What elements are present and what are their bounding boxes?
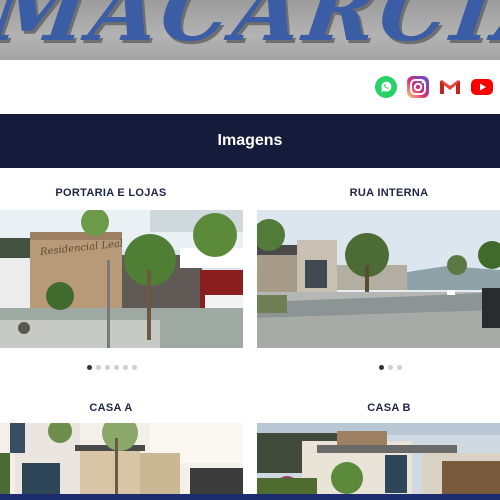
carousel-dot[interactable] (123, 365, 128, 370)
page-bottom-bar (0, 494, 500, 500)
section-header: Imagens (0, 114, 500, 168)
carousel-dots-rua[interactable] (379, 365, 402, 370)
gallery-title-casa-b: CASA B (367, 402, 411, 414)
gallery-title-casa-a: CASA A (89, 402, 133, 414)
carousel-dot[interactable] (132, 365, 137, 370)
instagram-icon[interactable] (406, 75, 430, 99)
carousel-dots-portaria[interactable] (87, 365, 137, 370)
youtube-icon[interactable] (470, 75, 494, 99)
social-links (374, 75, 494, 99)
carousel-dot[interactable] (96, 365, 101, 370)
hero-banner: MACARCIA (0, 0, 500, 60)
gallery-title-portaria: PORTARIA E LOJAS (55, 187, 167, 199)
brand-logo: MACARCIA (0, 0, 500, 60)
section-title: Imagens (217, 132, 283, 149)
carousel-dot[interactable] (105, 365, 110, 370)
whatsapp-icon[interactable] (374, 75, 398, 99)
carousel-dot[interactable] (379, 365, 384, 370)
gallery-image-casa-a[interactable] (0, 423, 243, 500)
carousel-dot[interactable] (114, 365, 119, 370)
carousel-dot[interactable] (397, 365, 402, 370)
gallery-image-casa-b[interactable] (257, 423, 500, 500)
gallery-title-rua: RUA INTERNA (349, 187, 429, 199)
gallery-image-portaria[interactable]: Residencial Leal (0, 210, 243, 348)
carousel-dot[interactable] (388, 365, 393, 370)
gmail-icon[interactable] (438, 75, 462, 99)
carousel-dot[interactable] (87, 365, 92, 370)
gallery-image-rua[interactable] (257, 210, 500, 348)
